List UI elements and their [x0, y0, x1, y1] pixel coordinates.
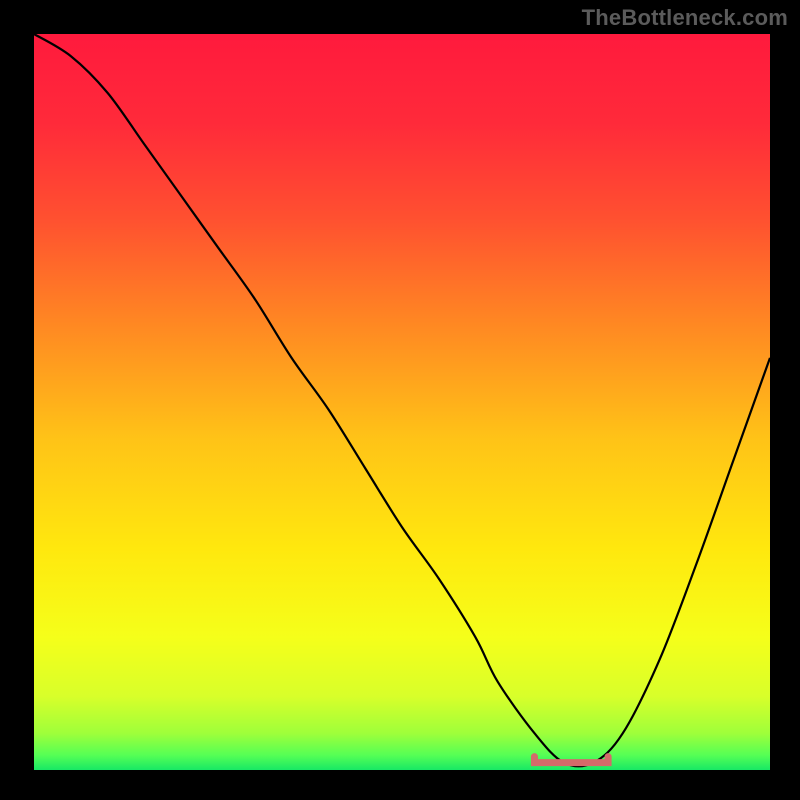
chart-frame: TheBottleneck.com	[0, 0, 800, 800]
watermark-text: TheBottleneck.com	[582, 5, 788, 31]
bottleneck-chart	[0, 0, 800, 800]
